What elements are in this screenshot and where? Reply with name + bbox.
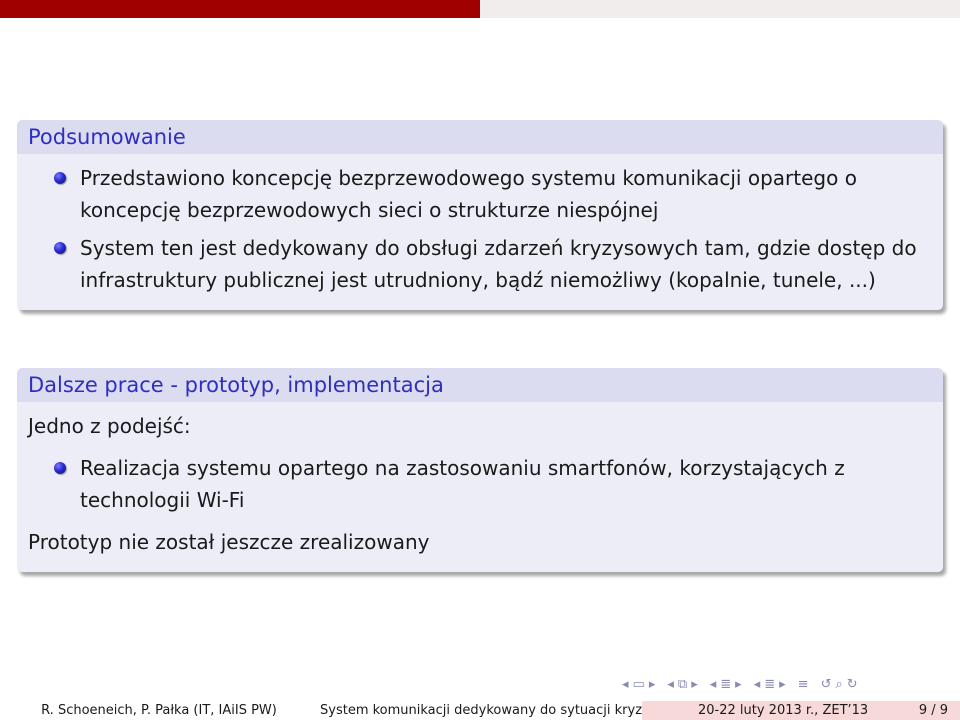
search-forward-icon[interactable]: ↻	[847, 676, 858, 694]
navigation-symbols: ◂ ▭ ▸ ◂ ⧉ ▸ ◂ ≣ ▸ ◂ ≣ ▸ ≡ ↺ ⌕ ↻	[622, 676, 858, 694]
footer-authors: R. Schoeneich, P. Pałka (IT, IAiIS PW)	[0, 701, 318, 720]
section-icon[interactable]: ≣	[720, 676, 731, 694]
list-item: Realizacja systemu opartego na zastosowa…	[28, 452, 929, 516]
footer-page-number: 9 / 9	[918, 703, 948, 718]
list-item: Przedstawiono koncepcję bezprzewodowego …	[28, 162, 929, 226]
right-arrow-icon[interactable]: ▸	[735, 676, 742, 694]
bullet-icon	[54, 172, 66, 184]
summary-list: Przedstawiono koncepcję bezprzewodowego …	[28, 162, 929, 296]
header-grey-strip	[480, 0, 960, 18]
future-work-list: Realizacja systemu opartego na zastosowa…	[28, 452, 929, 516]
left-arrow-icon[interactable]: ◂	[622, 676, 629, 694]
list-item-text: System ten jest dedykowany do obsługi zd…	[80, 236, 917, 292]
search-back-icon[interactable]: ↺	[821, 676, 832, 694]
right-arrow-icon[interactable]: ▸	[779, 676, 786, 694]
header-bar	[0, 0, 960, 18]
summary-block: Podsumowanie Przedstawiono koncepcję bez…	[17, 120, 943, 310]
left-arrow-icon[interactable]: ◂	[710, 676, 717, 694]
list-item: System ten jest dedykowany do obsługi zd…	[28, 232, 929, 296]
future-work-block: Dalsze prace - prototyp, implementacja J…	[17, 368, 943, 572]
footer-talk-title: System komunikacji dedykowany do sytuacj…	[318, 701, 642, 720]
future-work-block-body: Jedno z podejść: Realizacja systemu opar…	[17, 402, 943, 572]
future-work-block-title: Dalsze prace - prototyp, implementacja	[17, 368, 943, 402]
summary-block-body: Przedstawiono koncepcję bezprzewodowego …	[17, 154, 943, 310]
bullet-icon	[54, 462, 66, 474]
header-red-strip	[0, 0, 480, 18]
future-work-outro: Prototyp nie został jeszcze zrealizowany	[28, 530, 430, 554]
right-arrow-icon[interactable]: ▸	[649, 676, 656, 694]
left-arrow-icon[interactable]: ◂	[667, 676, 674, 694]
footer-bar: R. Schoeneich, P. Pałka (IT, IAiIS PW) S…	[0, 701, 960, 720]
section-icon[interactable]: ≣	[764, 676, 775, 694]
summary-block-title: Podsumowanie	[17, 120, 943, 154]
search-icon[interactable]: ⌕	[835, 676, 842, 694]
subsection-icon[interactable]: ⧉	[678, 676, 687, 694]
future-work-intro: Jedno z podejść:	[28, 414, 191, 438]
right-arrow-icon[interactable]: ▸	[691, 676, 698, 694]
list-item-text: Przedstawiono koncepcję bezprzewodowego …	[80, 166, 857, 222]
footer-date: 20-22 luty 2013 r., ZET’13	[698, 703, 869, 718]
frame-icon[interactable]: ▭	[633, 676, 645, 694]
align-icon[interactable]: ≡	[798, 676, 809, 694]
list-item-text: Realizacja systemu opartego na zastosowa…	[80, 456, 845, 512]
left-arrow-icon[interactable]: ◂	[754, 676, 761, 694]
bullet-icon	[54, 242, 66, 254]
footer-meta: 20-22 luty 2013 r., ZET’13 9 / 9	[642, 701, 960, 720]
